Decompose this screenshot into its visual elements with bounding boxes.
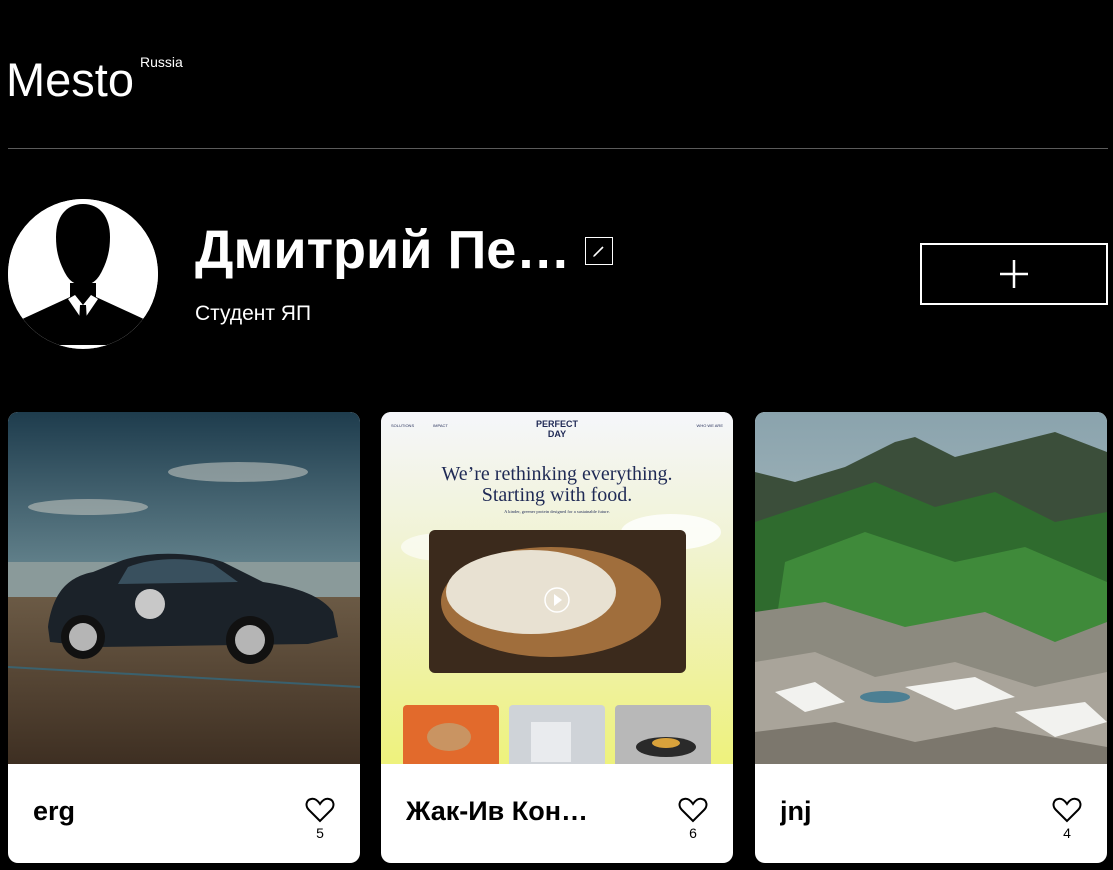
like-count: 4 (1063, 825, 1071, 841)
like-button[interactable] (678, 796, 708, 824)
card: jnj 4 (755, 412, 1107, 863)
card: erg 5 (8, 412, 360, 863)
card-image-website-screenshot[interactable]: SOLUTIONS IMPACT PERFECT DAY WHO WE ARE … (381, 412, 733, 764)
pencil-icon (593, 246, 604, 257)
like-button[interactable] (305, 796, 335, 824)
website-headline-2: Starting with food. (482, 484, 633, 506)
card: SOLUTIONS IMPACT PERFECT DAY WHO WE ARE … (381, 412, 733, 863)
header-divider (8, 148, 1108, 149)
avatar[interactable] (8, 199, 158, 349)
logo: Mesto (6, 53, 134, 106)
card-title: erg (33, 796, 76, 826)
add-card-button[interactable] (920, 243, 1108, 305)
website-brand-line1: PERFECT (536, 419, 579, 429)
card-title: jnj (780, 796, 812, 826)
profile-about: Студент ЯП (195, 302, 312, 325)
card-title: Жак-Ив Кон… (406, 796, 589, 826)
heart-icon (305, 797, 335, 823)
plus-icon (1000, 260, 1028, 288)
website-nav-solutions: SOLUTIONS (391, 423, 414, 428)
logo-superscript: Russia (140, 54, 183, 70)
edit-profile-button[interactable] (585, 237, 613, 265)
heart-icon (678, 797, 708, 823)
profile-name: Дмитрий Пе… (195, 220, 571, 280)
user-silhouette-icon (8, 199, 158, 349)
website-nav-impact: IMPACT (433, 423, 448, 428)
card-image-mountain-landscape[interactable] (755, 412, 1107, 764)
website-headline-1: We’re rethinking everything. (441, 463, 672, 485)
website-brand-line2: DAY (548, 429, 566, 439)
card-image-sports-car[interactable] (8, 412, 360, 764)
website-nav-who: WHO WE ARE (697, 423, 724, 428)
heart-icon (1052, 797, 1082, 823)
header: Mesto Russia (0, 0, 1113, 149)
like-button[interactable] (1052, 796, 1082, 824)
like-count: 5 (316, 825, 324, 841)
like-count: 6 (689, 825, 697, 841)
